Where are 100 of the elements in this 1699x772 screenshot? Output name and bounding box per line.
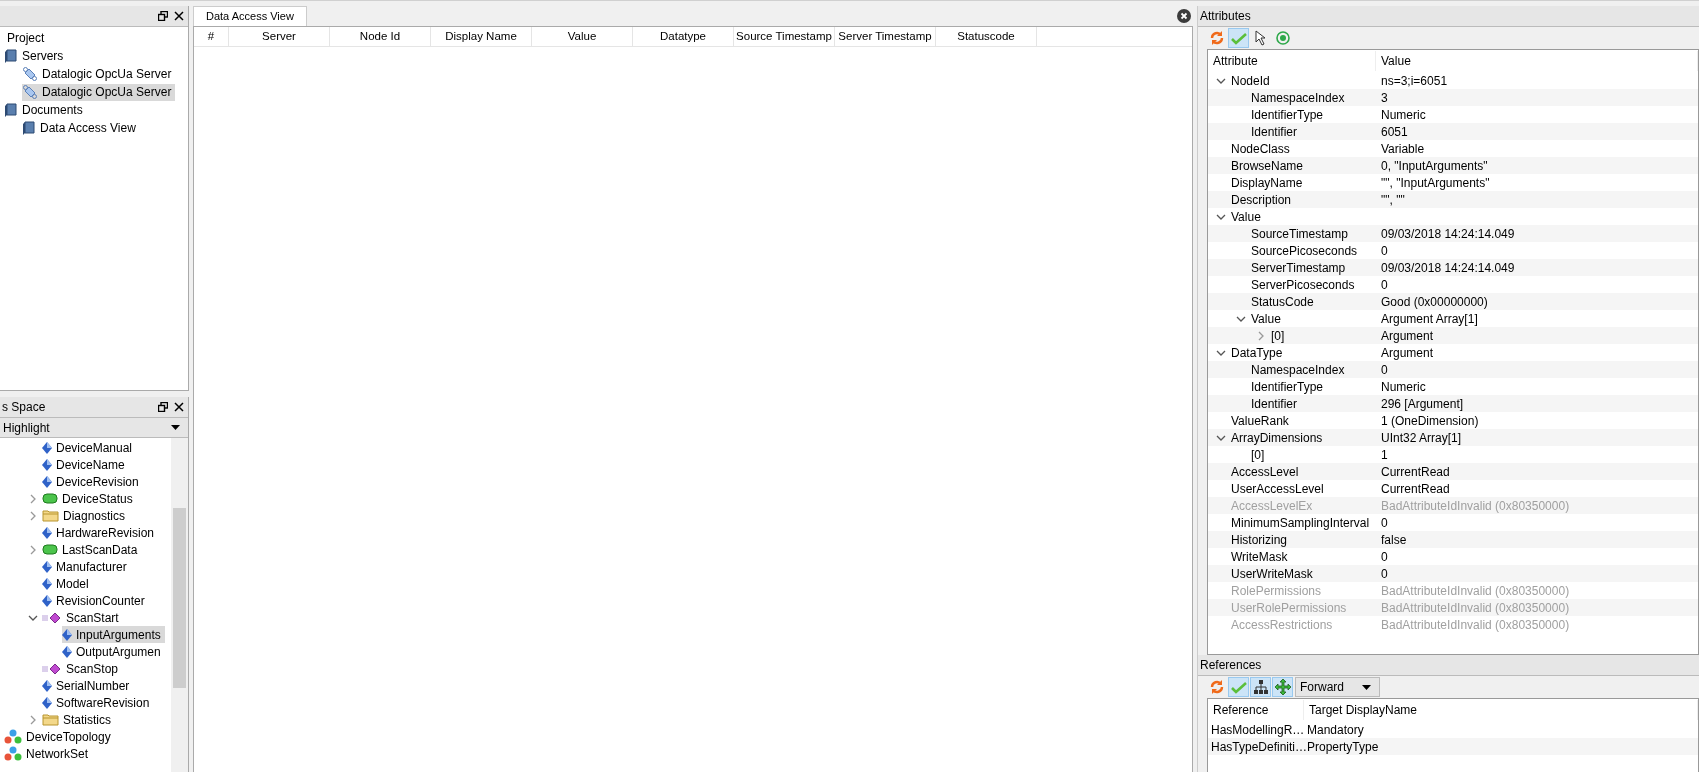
direction-dropdown[interactable]: Forward bbox=[1295, 677, 1380, 697]
tree-item[interactable]: OutputArgumen bbox=[62, 643, 165, 660]
table-cell-text: PropertyType bbox=[1306, 739, 1380, 754]
column-header[interactable]: Value bbox=[1376, 51, 1698, 71]
target-icon bbox=[1274, 30, 1291, 46]
table-cell-text: HasModellingR… bbox=[1210, 722, 1304, 737]
diamond-icon bbox=[62, 645, 72, 658]
attribute-value: ns=3;i=6051 bbox=[1381, 73, 1448, 88]
attribute-value: 0 bbox=[1381, 277, 1388, 292]
column-header[interactable]: Value bbox=[532, 27, 633, 46]
attribute-name: SourceTimestamp bbox=[1251, 226, 1348, 241]
tree-item[interactable]: NetworkSet bbox=[4, 745, 93, 762]
tree-item[interactable]: SerialNumber bbox=[42, 677, 134, 694]
tree-item[interactable]: Manufacturer bbox=[42, 558, 131, 575]
attribute-name: [0] bbox=[1271, 328, 1285, 343]
column-header[interactable]: Node Id bbox=[330, 27, 431, 46]
tree-root[interactable]: Project bbox=[0, 29, 45, 47]
attribute-name: [0] bbox=[1251, 447, 1265, 462]
attribute-name: Historizing bbox=[1231, 532, 1287, 547]
tree-item[interactable]: SoftwareRevision bbox=[42, 694, 154, 711]
attribute-value: 0 bbox=[1381, 362, 1388, 377]
column-header[interactable]: Statuscode bbox=[936, 27, 1037, 46]
tree-item[interactable]: DeviceManual bbox=[42, 439, 137, 456]
panel-title: References bbox=[1198, 655, 1699, 676]
attribute-value: 0 bbox=[1381, 549, 1388, 564]
folder-icon bbox=[42, 713, 59, 726]
attribute-name: Value bbox=[1231, 209, 1261, 224]
column-header[interactable]: Datatype bbox=[633, 27, 734, 46]
column-header[interactable]: Server Timestamp bbox=[835, 27, 936, 46]
attribute-value: Good (0x00000000) bbox=[1381, 294, 1488, 309]
attribute-value: 296 [Argument] bbox=[1381, 396, 1464, 411]
attribute-value: Argument bbox=[1381, 345, 1434, 360]
attribute-value: 1 bbox=[1381, 447, 1388, 462]
diamond-icon bbox=[62, 628, 72, 641]
capsule-icon bbox=[22, 66, 38, 82]
attribute-value: BadAttributeIdInvalid (0x80350000) bbox=[1381, 583, 1570, 598]
book-icon bbox=[22, 121, 36, 135]
tree-item[interactable]: Statistics bbox=[42, 711, 115, 728]
column-header[interactable]: Source Timestamp bbox=[734, 27, 835, 46]
tree-item[interactable]: ScanStart bbox=[42, 609, 123, 626]
tree-item[interactable]: Model bbox=[42, 575, 93, 592]
attribute-name: UserWriteMask bbox=[1231, 566, 1313, 581]
attribute-name: AccessLevel bbox=[1231, 464, 1299, 479]
attribute-value: BadAttributeIdInvalid (0x80350000) bbox=[1381, 600, 1570, 615]
attribute-name: WriteMask bbox=[1231, 549, 1288, 564]
attribute-value: 0 bbox=[1381, 566, 1388, 581]
tree-item[interactable]: RevisionCounter bbox=[42, 592, 149, 609]
attribute-name: Value bbox=[1251, 311, 1281, 326]
tree-item[interactable]: Diagnostics bbox=[42, 507, 130, 524]
diamond-icon bbox=[42, 679, 52, 692]
tree-item[interactable]: DeviceRevision bbox=[42, 473, 143, 490]
cube-icon bbox=[42, 611, 62, 624]
column-header[interactable]: Target DisplayName bbox=[1304, 700, 1698, 720]
restore-icon[interactable] bbox=[158, 402, 168, 412]
book-icon bbox=[4, 49, 18, 63]
toolbar-button[interactable] bbox=[1272, 677, 1293, 697]
diamond-icon bbox=[42, 696, 52, 709]
tree-item[interactable]: DeviceName bbox=[42, 456, 129, 473]
diamond-icon bbox=[42, 458, 52, 471]
caret-icon bbox=[171, 425, 180, 430]
column-header[interactable]: Display Name bbox=[431, 27, 532, 46]
restore-icon[interactable] bbox=[158, 11, 168, 21]
column-header[interactable]: # bbox=[194, 27, 229, 46]
diamond-icon bbox=[42, 577, 52, 590]
close-icon[interactable] bbox=[1177, 9, 1191, 23]
attribute-name: IdentifierType bbox=[1251, 379, 1324, 394]
tab[interactable]: Data Access View bbox=[193, 6, 307, 26]
attribute-value: Argument Array[1] bbox=[1381, 311, 1478, 326]
refresh-icon bbox=[1208, 679, 1225, 695]
tree-item[interactable]: Documents bbox=[4, 101, 87, 119]
folder-icon bbox=[42, 509, 59, 522]
attribute-value: 0, "InputArguments" bbox=[1381, 158, 1488, 173]
tree-item[interactable]: HardwareRevision bbox=[42, 524, 159, 541]
tree-item[interactable]: Data Access View bbox=[22, 119, 140, 137]
attribute-value: Argument bbox=[1381, 328, 1434, 343]
filter-dropdown[interactable]: Highlight bbox=[0, 418, 188, 438]
attribute-name: NamespaceIndex bbox=[1251, 362, 1345, 377]
tree-item[interactable]: Datalogic OpcUa Server bbox=[22, 65, 176, 83]
column-header[interactable]: Reference bbox=[1208, 700, 1304, 720]
attribute-value: 0 bbox=[1381, 243, 1388, 258]
column-header[interactable]: Attribute bbox=[1208, 51, 1376, 71]
tree-item[interactable]: InputArguments bbox=[62, 626, 165, 643]
attribute-name: BrowseName bbox=[1231, 158, 1304, 173]
attribute-name: SourcePicoseconds bbox=[1251, 243, 1358, 258]
tree-item[interactable]: ScanStop bbox=[42, 660, 123, 677]
cube-icon bbox=[42, 662, 62, 675]
attribute-name: Identifier bbox=[1251, 124, 1298, 139]
tree-item[interactable]: DeviceStatus bbox=[42, 490, 137, 507]
tree-item[interactable]: Servers bbox=[4, 47, 68, 65]
toolbar-button[interactable] bbox=[1250, 677, 1271, 697]
tree-item[interactable]: DeviceTopology bbox=[4, 728, 115, 745]
attribute-name: NodeClass bbox=[1231, 141, 1290, 156]
tree-item[interactable]: Datalogic OpcUa Server bbox=[22, 83, 176, 101]
attribute-value: 0 bbox=[1381, 515, 1388, 530]
column-header[interactable]: Server bbox=[229, 27, 330, 46]
panel-title: Attributes bbox=[1198, 6, 1699, 27]
close-icon[interactable] bbox=[174, 11, 184, 21]
tree-item[interactable]: LastScanData bbox=[42, 541, 142, 558]
close-icon[interactable] bbox=[174, 402, 184, 412]
scrollbar[interactable] bbox=[171, 438, 188, 772]
